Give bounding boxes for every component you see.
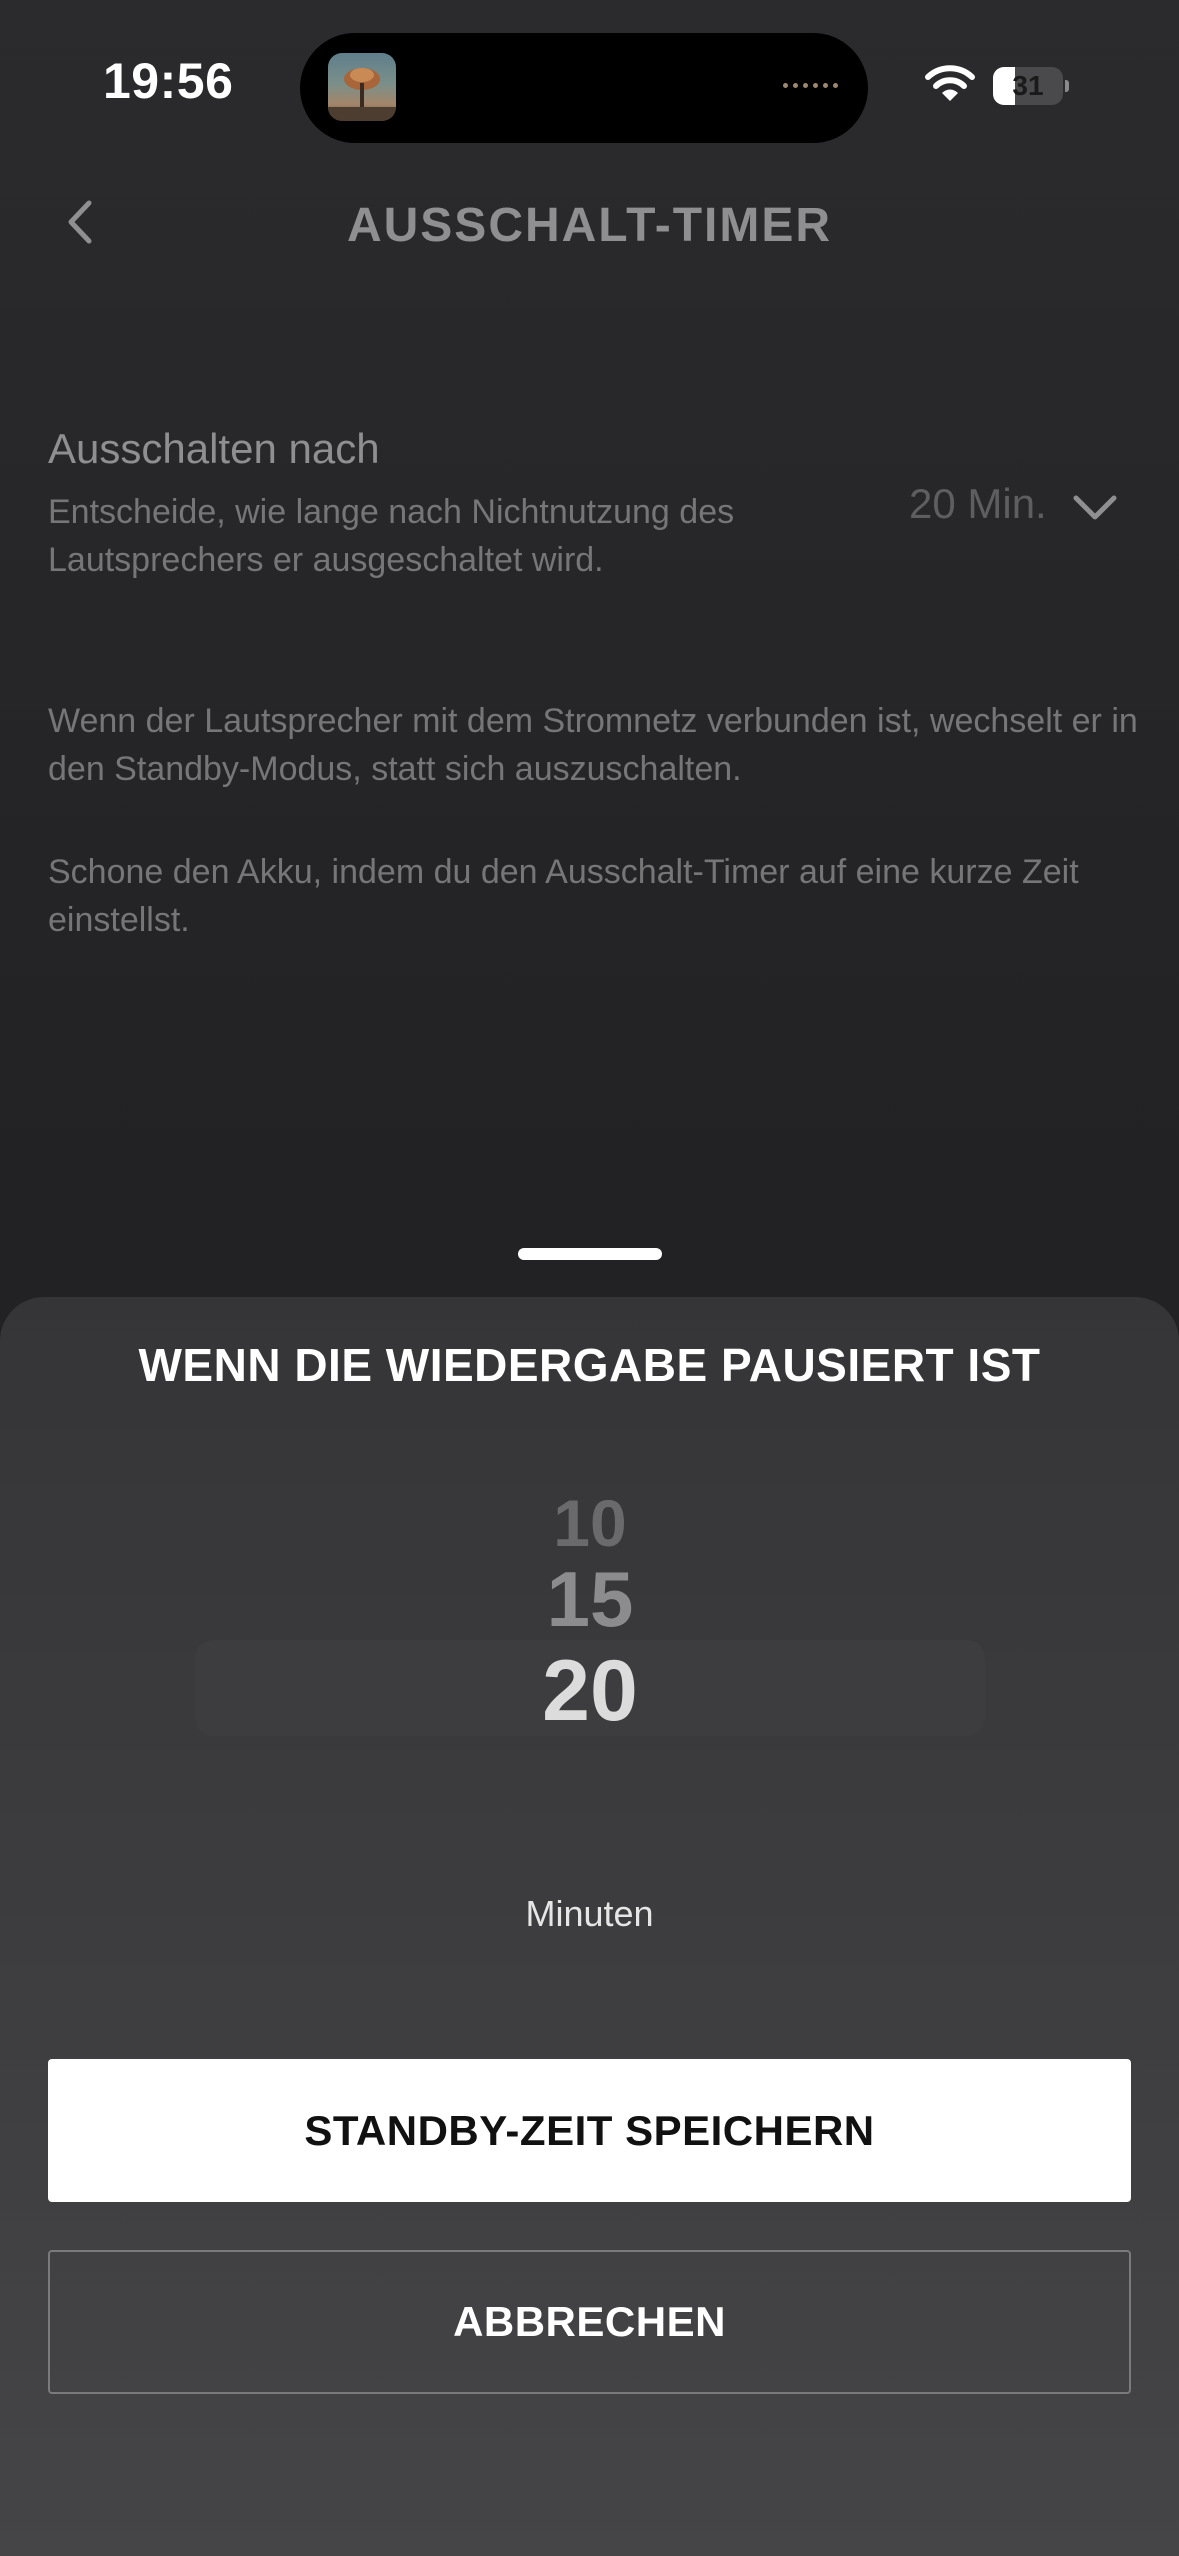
setting-description: Entscheide, wie lange nach Nichtnutzung …: [48, 493, 735, 579]
chevron-down-icon: [1073, 495, 1117, 520]
dynamic-island[interactable]: [300, 33, 868, 143]
battery-icon: 31: [993, 67, 1069, 105]
activity-dots: [783, 83, 838, 88]
setting-value: 20 Min.: [909, 480, 1047, 527]
battery-tip-text: Schone den Akku, indem du den Ausschalt-…: [48, 853, 1079, 939]
page-title: AUSSCHALT-TIMER: [346, 199, 833, 252]
sheet-title: WENN DIE WIEDERGABE PAUSIERT IST: [138, 1339, 1041, 1391]
save-standby-button[interactable]: STANDBY-ZEIT SPEICHERN: [48, 2059, 1131, 2202]
status-time: 19:56: [103, 53, 234, 109]
picker-item[interactable]: 10: [195, 1500, 985, 1556]
picker-item-selected[interactable]: 20: [195, 1648, 985, 1734]
now-playing-artwork: [328, 53, 396, 121]
picker-unit-label: Minuten: [525, 1893, 654, 1934]
setting-title: Ausschalten nach: [48, 425, 380, 472]
wifi-icon: [925, 64, 975, 104]
sheet-grabber[interactable]: [518, 1248, 662, 1260]
battery-level: 31: [1012, 70, 1044, 101]
minute-picker[interactable]: 10 15 20: [195, 1500, 985, 1780]
picker-item[interactable]: 15: [195, 1560, 985, 1638]
cancel-button[interactable]: ABBRECHEN: [48, 2250, 1131, 2394]
standby-info-text: Wenn der Lautsprecher mit dem Stromnetz …: [48, 702, 1138, 788]
